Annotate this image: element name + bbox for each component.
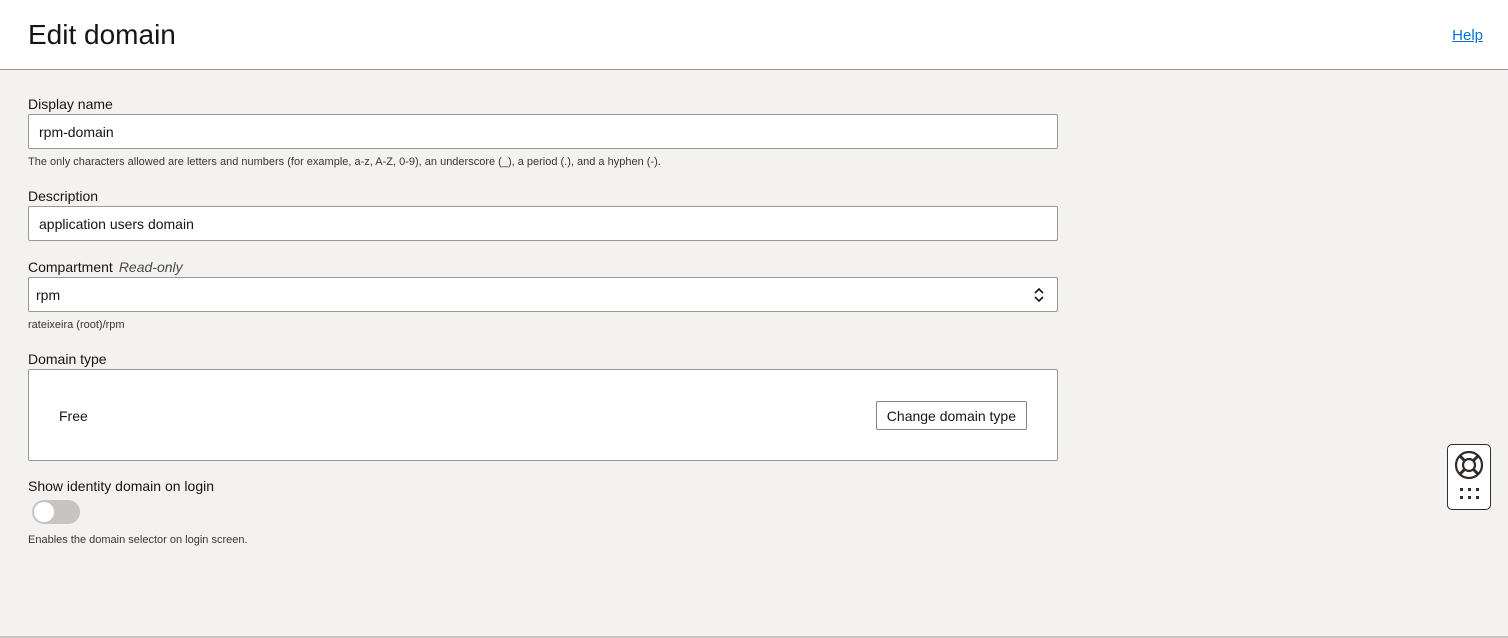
grid-dots-icon[interactable]	[1460, 488, 1480, 500]
compartment-selected-value: rpm	[36, 287, 61, 303]
show-identity-toggle[interactable]	[32, 500, 80, 524]
readonly-tag: Read-only	[118, 259, 183, 275]
page-title: Edit domain	[28, 19, 176, 50]
display-name-helper: The only characters allowed are letters …	[28, 156, 661, 168]
compartment-label-text: Compartment	[28, 259, 113, 275]
compartment-label: Compartment Read-only	[28, 258, 183, 276]
show-identity-helper: Enables the domain selector on login scr…	[28, 534, 248, 546]
description-input[interactable]	[28, 206, 1058, 241]
help-link[interactable]: Help	[1452, 27, 1483, 44]
description-label: Description	[28, 188, 99, 204]
page-header: Edit domain Help	[0, 0, 1508, 70]
support-widget	[1447, 444, 1491, 510]
compartment-select[interactable]: rpm	[28, 277, 1058, 312]
toggle-knob	[34, 502, 54, 522]
display-name-label: Display name	[28, 96, 113, 112]
change-domain-type-button[interactable]: Change domain type	[875, 401, 1027, 430]
chevron-up-down-icon	[1034, 287, 1044, 303]
domain-type-label: Domain type	[28, 351, 107, 367]
display-name-input[interactable]	[28, 114, 1058, 149]
show-identity-label: Show identity domain on login	[28, 478, 215, 494]
domain-type-panel: Free Change domain type	[28, 369, 1058, 461]
compartment-path: rateixeira (root)/rpm	[28, 319, 125, 331]
lifebuoy-icon[interactable]	[1454, 450, 1484, 480]
domain-type-value: Free	[59, 408, 88, 424]
